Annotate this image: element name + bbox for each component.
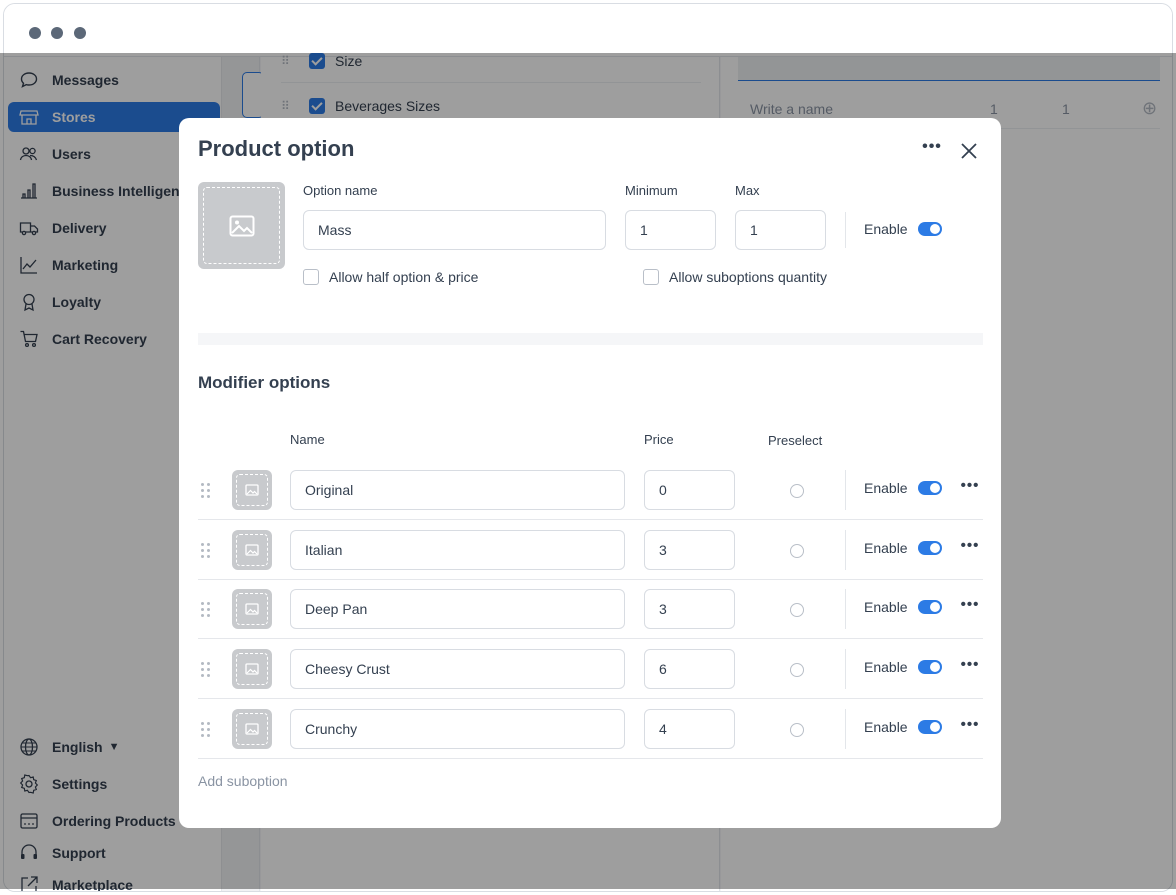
allow-suboptions-quantity-checkbox[interactable]: Allow suboptions quantity <box>643 269 827 285</box>
max-label: Max <box>735 183 760 198</box>
enable-label: Enable <box>864 719 908 735</box>
allow-suboptions-label: Allow suboptions quantity <box>669 269 827 285</box>
modifier-price-input[interactable]: 4 <box>644 709 735 749</box>
drag-handle-icon[interactable] <box>200 482 212 498</box>
row-more-button[interactable]: ••• <box>959 538 981 560</box>
divider <box>845 649 846 689</box>
modifier-enable-toggle[interactable]: Enable <box>864 480 942 496</box>
enable-label: Enable <box>864 599 908 615</box>
modifier-enable-toggle[interactable]: Enable <box>864 599 942 615</box>
modifier-row: Italian 3 Enable ••• <box>198 520 983 580</box>
divider <box>845 530 846 570</box>
preselect-radio[interactable] <box>790 484 804 498</box>
row-more-button[interactable]: ••• <box>959 478 981 500</box>
toggle-switch[interactable] <box>917 600 942 614</box>
modifier-image-upload[interactable] <box>232 589 272 629</box>
window-close-dot[interactable] <box>29 27 41 39</box>
modifier-name-input[interactable]: Cheesy Crust <box>290 649 625 689</box>
modifier-row: Crunchy 4 Enable ••• <box>198 699 983 759</box>
column-header-name: Name <box>290 432 325 447</box>
preselect-radio[interactable] <box>790 603 804 617</box>
checkbox[interactable] <box>643 269 659 285</box>
option-name-label: Option name <box>303 183 378 198</box>
row-more-button[interactable]: ••• <box>959 717 981 739</box>
minimum-input[interactable]: 1 <box>625 210 716 250</box>
modifier-price-input[interactable]: 3 <box>644 530 735 570</box>
column-header-preselect: Preselect <box>768 433 823 448</box>
enable-label: Enable <box>864 221 908 237</box>
modifier-image-upload[interactable] <box>232 470 272 510</box>
divider <box>845 709 846 749</box>
drag-handle-icon[interactable] <box>200 601 212 617</box>
toggle-switch[interactable] <box>917 222 942 236</box>
divider <box>845 589 846 629</box>
preselect-radio[interactable] <box>790 544 804 558</box>
column-header-price: Price <box>644 432 674 447</box>
modifier-price-input[interactable]: 6 <box>644 649 735 689</box>
divider <box>845 470 846 510</box>
window-maximize-dot[interactable] <box>74 27 86 39</box>
modifier-image-upload[interactable] <box>232 649 272 689</box>
minimum-label: Minimum <box>625 183 678 198</box>
modifier-name-input[interactable]: Deep Pan <box>290 589 625 629</box>
modifier-row: Cheesy Crust 6 Enable ••• <box>198 639 983 699</box>
max-input[interactable]: 1 <box>735 210 826 250</box>
modifier-row: Deep Pan 3 Enable ••• <box>198 579 983 639</box>
toggle-switch[interactable] <box>917 720 942 734</box>
divider <box>845 212 846 248</box>
modifier-name-input[interactable]: Crunchy <box>290 709 625 749</box>
enable-label: Enable <box>864 659 908 675</box>
modifier-row: Original 0 Enable ••• <box>198 460 983 520</box>
row-more-button[interactable]: ••• <box>959 597 981 619</box>
window-minimize-dot[interactable] <box>51 27 63 39</box>
modifier-enable-toggle[interactable]: Enable <box>864 659 942 675</box>
drag-handle-icon[interactable] <box>200 542 212 558</box>
option-name-input[interactable]: Mass <box>303 210 606 250</box>
modifier-name-input[interactable]: Italian <box>290 530 625 570</box>
allow-half-label: Allow half option & price <box>329 269 479 285</box>
toggle-switch[interactable] <box>917 481 942 495</box>
enable-label: Enable <box>864 480 908 496</box>
toggle-switch[interactable] <box>917 541 942 555</box>
modifier-price-input[interactable]: 0 <box>644 470 735 510</box>
close-icon <box>961 143 977 159</box>
modifier-image-upload[interactable] <box>232 530 272 570</box>
option-image-upload[interactable] <box>198 182 285 269</box>
option-enable-toggle[interactable]: Enable <box>864 221 942 237</box>
checkbox[interactable] <box>303 269 319 285</box>
more-options-button[interactable]: ••• <box>920 139 944 160</box>
preselect-radio[interactable] <box>790 663 804 677</box>
preselect-radio[interactable] <box>790 723 804 737</box>
add-suboption-link[interactable]: Add suboption <box>198 773 288 789</box>
allow-half-option-checkbox[interactable]: Allow half option & price <box>303 269 478 285</box>
modifier-enable-toggle[interactable]: Enable <box>864 719 942 735</box>
modifier-name-input[interactable]: Original <box>290 470 625 510</box>
close-button[interactable] <box>958 140 980 162</box>
modifier-options-title: Modifier options <box>198 373 331 392</box>
toggle-switch[interactable] <box>917 660 942 674</box>
drag-handle-icon[interactable] <box>200 721 212 737</box>
modifier-image-upload[interactable] <box>232 709 272 749</box>
row-more-button[interactable]: ••• <box>959 657 981 679</box>
drag-handle-icon[interactable] <box>200 661 212 677</box>
enable-label: Enable <box>864 540 908 556</box>
section-divider <box>198 333 983 345</box>
product-option-modal: Product option ••• Option name Mass Mini… <box>179 118 1001 828</box>
modifier-enable-toggle[interactable]: Enable <box>864 540 942 556</box>
modifier-price-input[interactable]: 3 <box>644 589 735 629</box>
modal-title: Product option <box>198 136 355 161</box>
